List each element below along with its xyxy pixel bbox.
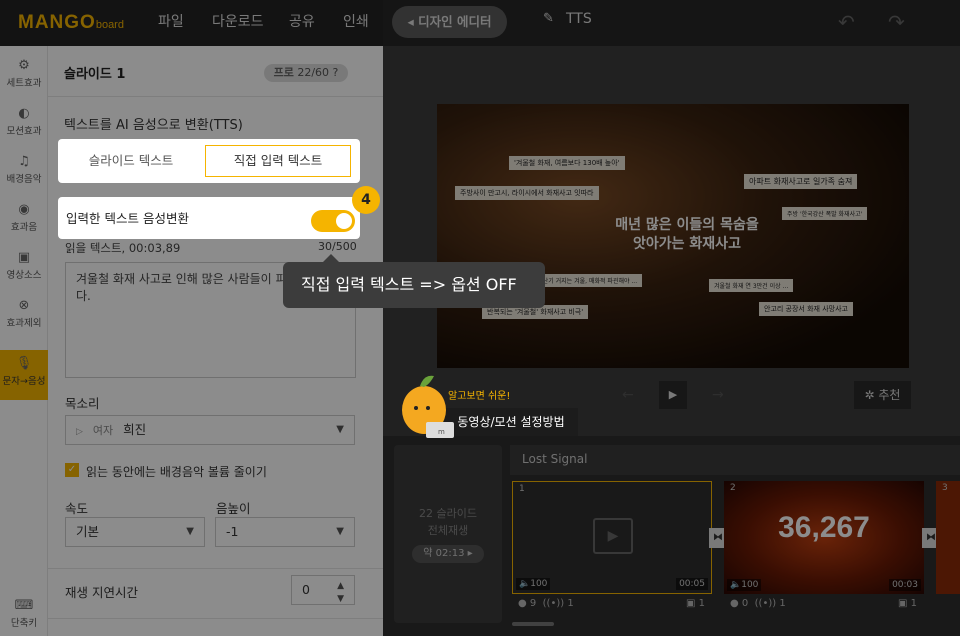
keyboard-icon: ⌨ (14, 598, 34, 613)
mango-mascot-icon: m (402, 375, 454, 438)
video-add-icon: ▶ (593, 518, 633, 554)
menu-print[interactable]: 인쇄 (343, 11, 369, 31)
next-arrow-icon[interactable]: → (712, 387, 724, 403)
timeline-scrollbar[interactable] (512, 622, 554, 626)
slide-thumbnail[interactable]: 1 ▶ 🔈100 00:05 (512, 481, 712, 594)
pitch-label: 음높이 (216, 501, 251, 516)
volume-icon: 🔈 (730, 580, 742, 590)
stepper-icon[interactable]: ▲ ▼ (337, 580, 344, 606)
tutorial-step-badge: 4 (352, 186, 380, 214)
slide-thumbnail[interactable]: 3 (936, 481, 960, 594)
sidebar-item-shortcuts[interactable]: ⌨ 단축키 (0, 598, 48, 634)
voice-select[interactable]: ▷ 여자 희진 ▼ (65, 415, 355, 445)
play-voice-icon[interactable]: ▷ (76, 427, 83, 437)
toggle-label: 입력한 텍스트 음성변환 (66, 211, 189, 226)
menu-download[interactable]: 다운로드 (212, 11, 264, 31)
design-editor-button[interactable]: ◂ 디자인 에디터 (392, 6, 507, 38)
delay-stepper[interactable]: 0 ▲ ▼ (291, 575, 355, 605)
bgm-track[interactable]: Lost Signal (510, 445, 960, 475)
tts-toggle-switch[interactable] (311, 210, 355, 232)
play-all-card[interactable]: 22 슬라이드 전체재생 약 02:13 ▸ (394, 445, 502, 623)
menu-file[interactable]: 파일 (158, 11, 184, 31)
recommend-button[interactable]: ✲ 추천 (854, 381, 911, 409)
svg-text:m: m (438, 428, 445, 436)
section-title: 텍스트를 AI 음성으로 변환(TTS) (64, 118, 243, 133)
news-tag: 안고리 공장서 화재 사망사고 (759, 302, 853, 316)
chevron-down-icon: ▼ (336, 424, 344, 435)
news-tag: 주방 '한국강산 폭발 화재사고' (782, 207, 868, 220)
delay-label: 재생 지연시간 (65, 585, 138, 600)
redo-icon[interactable]: ↷ (888, 10, 905, 34)
sidebar-item-motion[interactable]: ◐ 모션효과 (0, 102, 48, 146)
news-tag: 아파트 화재사고로 일가족 숨져 (744, 174, 858, 189)
motion-icon: ◐ (18, 106, 30, 121)
undo-icon[interactable]: ↶ (838, 10, 855, 34)
film-icon: ✲ (864, 388, 875, 402)
divider (48, 618, 383, 619)
slide-1-layers: ▣ 1 (686, 598, 706, 609)
sound-icon: ◉ (18, 202, 30, 217)
slide-title: 매년 많은 이들의 목숨을 앗아가는 화재사고 (615, 217, 759, 252)
news-tag: '겨울철 화재, 여름보다 130배 높아' (509, 156, 625, 170)
chevron-down-icon: ▼ (186, 526, 194, 537)
slide-2-layers: ▣ 1 (898, 598, 918, 609)
slide-2-stats: ● 0 ((•)) 1 (730, 598, 786, 609)
pro-usage-badge: 프로 22/60 ? (264, 64, 348, 82)
slide-1-stats: ● 9 ((•)) 1 (518, 598, 574, 609)
sidebar-item-remove-effect[interactable]: ⊗ 효과제외 (0, 294, 48, 338)
slide-preview[interactable]: '겨울철 화재, 여름보다 130배 높아' 주방사이 만고시, 라이시에서 화… (437, 104, 909, 368)
bgm-reduce-checkbox[interactable]: ✓ (65, 463, 79, 477)
divider (48, 568, 383, 569)
gear-icon: ⚙ (18, 58, 30, 73)
play-button[interactable]: ▶ (659, 381, 687, 409)
sidebar-item-video-source[interactable]: ▣ 영상소스 (0, 246, 48, 290)
top-menu-bar: MANGOboard 파일 다운로드 공유 인쇄 (0, 0, 383, 46)
slide-thumbnail[interactable]: 2 36,267 🔈100 00:03 (724, 481, 924, 594)
sidebar-item-sfx[interactable]: ◉ 효과음 (0, 198, 48, 242)
panel-title: 슬라이드 1 (64, 67, 126, 82)
news-tag: 겨울철 화재 연 3만건 이상 ... (709, 279, 794, 292)
cancel-icon: ⊗ (18, 298, 30, 313)
chevron-down-icon: ▼ (336, 526, 344, 537)
mascot-hint-text: 알고보면 쉬운! (448, 391, 511, 402)
play-all-button[interactable]: 약 02:13 ▸ (412, 545, 484, 563)
motion-help-button[interactable]: 동영상/모션 설정방법 (444, 408, 578, 436)
editor-top-bar: ◂ 디자인 에디터 ✎ TTS ↶ ↷ (383, 0, 960, 46)
microphone-icon: 🎙 (15, 356, 33, 371)
divider (48, 96, 383, 97)
mangoboard-logo[interactable]: MANGOboard (18, 12, 124, 34)
news-tag: 주방사이 만고시, 라이시에서 화재사고 잇따라 (455, 186, 599, 200)
menu-share[interactable]: 공유 (289, 11, 315, 31)
tutorial-tooltip: 직접 입력 텍스트 => 옵션 OFF (283, 254, 545, 308)
bgm-reduce-label: 읽는 동안에는 배경음악 볼륨 줄이기 (86, 465, 267, 479)
prev-arrow-icon[interactable]: ← (622, 387, 634, 403)
char-count: 30/500 (318, 240, 357, 253)
speed-select[interactable]: 기본 ▼ (65, 517, 205, 547)
tab-slide-text[interactable]: 슬라이드 텍스트 (58, 145, 204, 177)
read-text-label: 읽을 텍스트, 00:03,89 (65, 241, 181, 255)
sidebar-item-tts[interactable]: 🎙 문자→음성 (0, 350, 48, 400)
speed-label: 속도 (65, 501, 89, 516)
tab-direct-text[interactable]: 직접 입력 텍스트 (205, 145, 351, 177)
voice-label: 목소리 (65, 396, 100, 411)
left-sidebar: ⚙ 세트효과 ◐ 모션효과 ♫ 배경음악 ◉ 효과음 ▣ 영상소스 ⊗ 효과제외 🎙 문자→음… (0, 46, 48, 636)
music-icon: ♫ (18, 154, 30, 169)
video-icon: ▣ (17, 250, 31, 265)
pencil-icon[interactable]: ✎ (543, 11, 554, 26)
volume-icon: 🔈 (519, 579, 531, 589)
pitch-select[interactable]: -1 ▼ (215, 517, 355, 547)
sidebar-item-set-effect[interactable]: ⚙ 세트효과 (0, 54, 48, 98)
document-title[interactable]: TTS (566, 11, 592, 27)
sidebar-item-bgm[interactable]: ♫ 배경음악 (0, 150, 48, 194)
